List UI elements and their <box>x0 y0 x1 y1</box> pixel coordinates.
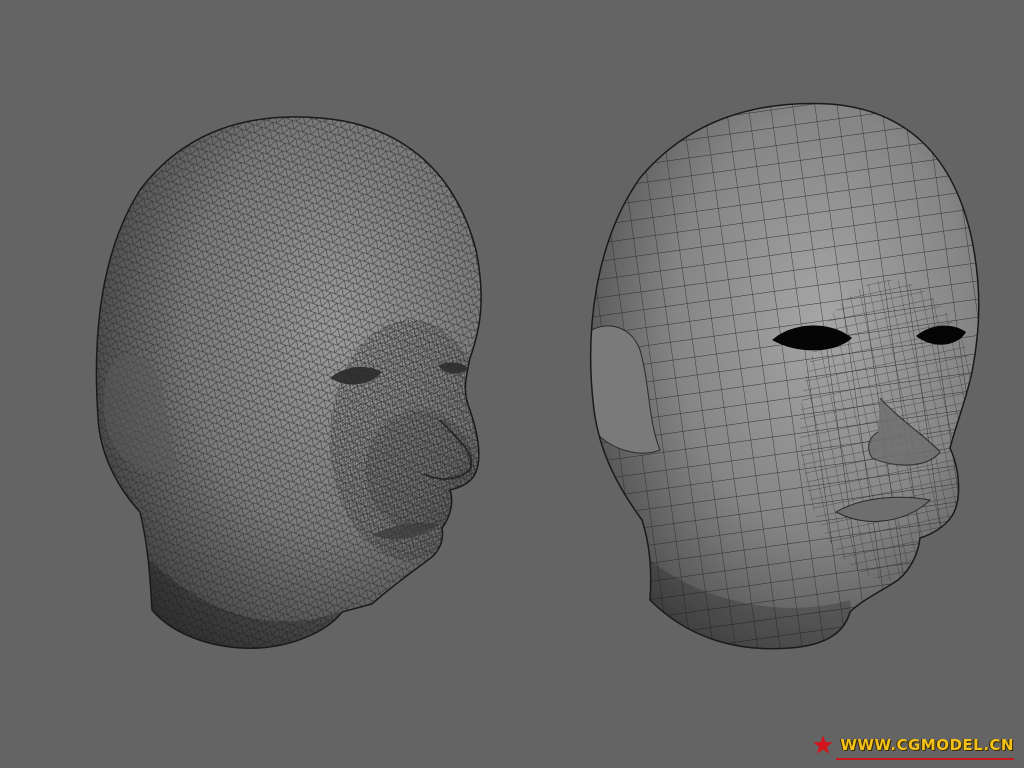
watermark: WWW.CGMODEL.CN <box>812 734 1014 760</box>
render-viewport: WWW.CGMODEL.CN <box>0 0 1024 768</box>
left-head <box>95 116 482 649</box>
right-head <box>589 102 980 650</box>
watermark-text: WWW.CGMODEL.CN <box>840 736 1014 754</box>
star-icon <box>813 735 833 754</box>
watermark-underline <box>836 758 1014 760</box>
heads-render <box>95 102 980 650</box>
